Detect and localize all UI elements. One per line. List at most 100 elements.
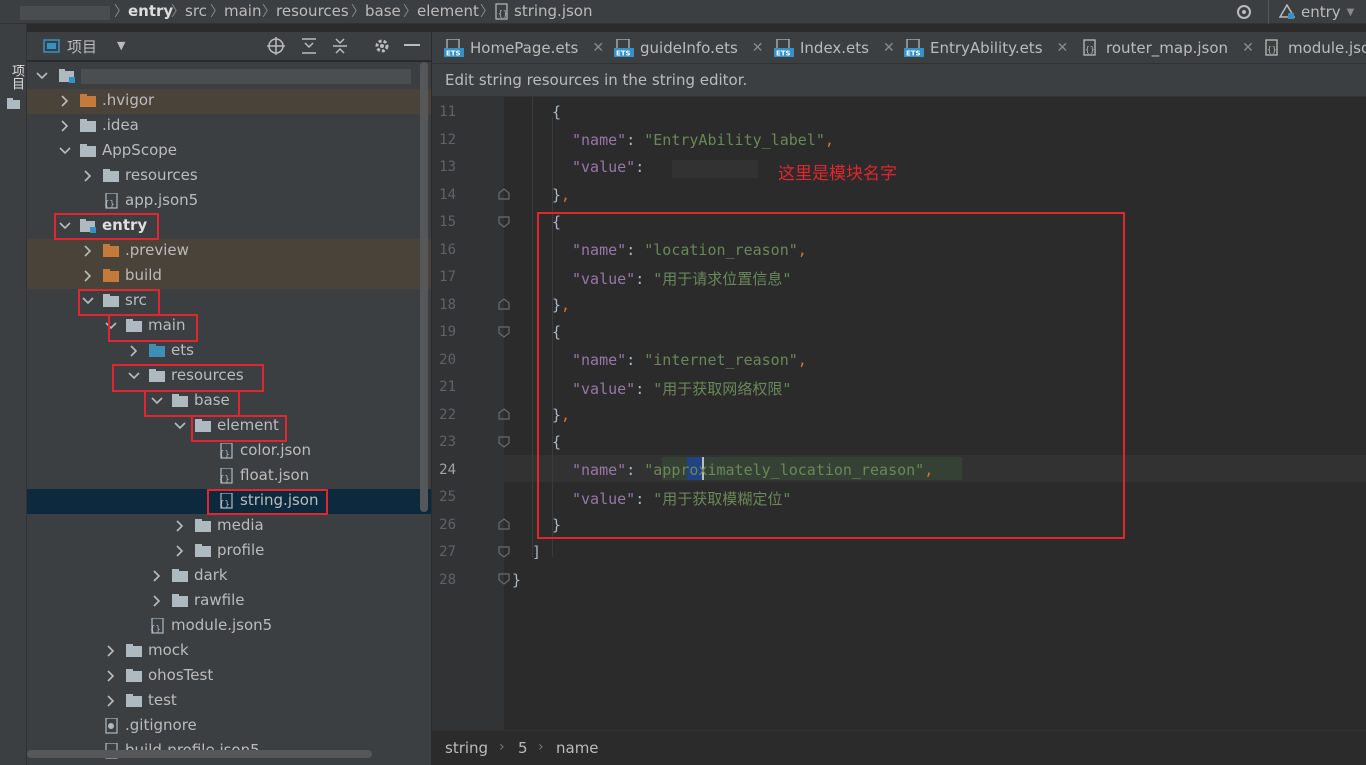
fold-marker-icon[interactable] (498, 298, 510, 310)
tree-row[interactable]: resources (27, 164, 431, 189)
chevron-down-icon[interactable]: ▼ (117, 39, 125, 52)
tree-row[interactable]: {} color.json (27, 439, 431, 464)
minimize-icon[interactable] (404, 44, 420, 48)
breadcrumb-item-resources[interactable]: resources (276, 2, 349, 20)
chevron-right-icon[interactable] (81, 269, 95, 283)
tree-vertical-scrollbar[interactable] (420, 62, 428, 512)
svg-text:ETS: ETS (616, 49, 631, 57)
tree-item-label: .hvigor (102, 91, 155, 109)
fold-marker-icon[interactable] (498, 216, 510, 228)
tree-row[interactable]: {} float.json (27, 464, 431, 489)
close-icon[interactable]: ✕ (752, 40, 764, 56)
tree-row[interactable]: rawfile (27, 589, 431, 614)
chevron-right-icon[interactable] (173, 519, 187, 533)
tab-homepage-ets[interactable]: ETS HomePage.ets ✕ (444, 32, 604, 63)
chevron-right-icon[interactable] (150, 594, 164, 608)
chevron-right-icon[interactable] (104, 644, 118, 658)
banner-text: Edit string resources in the string edit… (445, 71, 748, 89)
tree-row[interactable]: ohosTest (27, 664, 431, 689)
status-crumb-name[interactable]: name (556, 739, 599, 757)
close-icon[interactable]: ✕ (883, 40, 895, 56)
breadcrumb-item-base[interactable]: base (365, 2, 401, 20)
breadcrumb-item-main[interactable]: main (224, 2, 261, 20)
chevron-right-icon[interactable] (58, 94, 72, 108)
breadcrumb-separator: › (499, 739, 505, 755)
chevron-right-icon[interactable] (173, 544, 187, 558)
svg-text:{}: {} (1267, 45, 1277, 54)
status-crumb-string[interactable]: string (445, 739, 488, 757)
tab-index-ets[interactable]: ETS Index.ets ✕ (774, 32, 895, 63)
chevron-down-icon[interactable] (173, 419, 187, 433)
tree-row[interactable]: .gitignore (27, 714, 431, 739)
breadcrumb-item-entry[interactable]: entry (128, 2, 173, 20)
target-icon[interactable] (1234, 2, 1254, 22)
close-icon[interactable]: ✕ (592, 40, 604, 56)
locate-icon[interactable] (267, 37, 285, 55)
project-panel-title[interactable]: 项目 (67, 36, 97, 57)
fold-marker-icon[interactable] (498, 436, 510, 448)
status-crumb-index[interactable]: 5 (518, 739, 528, 757)
tree-row[interactable]: mock (27, 639, 431, 664)
tree-row[interactable]: test (27, 689, 431, 714)
tree-row[interactable]: dark (27, 564, 431, 589)
chevron-down-icon[interactable] (58, 144, 72, 158)
tree-item-label: dark (194, 566, 228, 584)
tree-row[interactable]: {} module.json5 (27, 614, 431, 639)
tab-module-json[interactable]: {} module.jso (1262, 32, 1366, 63)
tree-row-root[interactable] (27, 64, 431, 89)
tree-row[interactable]: {} app.json5 (27, 189, 431, 214)
chevron-down-icon[interactable] (35, 69, 49, 83)
tree-row[interactable]: .preview (27, 239, 431, 264)
breadcrumb-item-string-json[interactable]: string.json (514, 2, 593, 20)
tree-item-label: media (217, 516, 264, 534)
tab-entryability-ets[interactable]: ETS EntryAbility.ets ✕ (904, 32, 1068, 63)
chevron-right-icon[interactable] (127, 344, 141, 358)
fold-marker-icon[interactable] (498, 546, 510, 558)
tree-item-label: resources (125, 166, 198, 184)
collapse-all-icon[interactable] (332, 37, 348, 55)
fold-marker-icon[interactable] (498, 188, 510, 200)
chevron-right-icon[interactable] (81, 244, 95, 258)
run-config-selector[interactable]: entry ▼ (1268, 0, 1366, 24)
json-icon: {} (1265, 38, 1278, 56)
tree-row[interactable]: media (27, 514, 431, 539)
tree-row[interactable]: build (27, 264, 431, 289)
tree-row[interactable]: ets (27, 339, 431, 364)
line-number: 11 (439, 104, 456, 120)
close-icon[interactable]: ✕ (1057, 40, 1069, 56)
fold-marker-icon[interactable] (498, 326, 510, 338)
gear-icon[interactable] (373, 37, 391, 55)
chevron-right-icon[interactable] (58, 119, 72, 133)
chevron-right-icon[interactable] (150, 569, 164, 583)
fold-marker-icon[interactable] (498, 518, 510, 530)
code-line-28: } (512, 571, 522, 589)
chevron-right-icon[interactable] (81, 169, 95, 183)
tree-row[interactable]: profile (27, 539, 431, 564)
module-folder-icon (59, 69, 75, 83)
tree-item-label: ohosTest (148, 666, 214, 684)
breadcrumb-item-src[interactable]: src (185, 2, 207, 20)
folder-icon (126, 644, 142, 657)
expand-all-icon[interactable] (301, 37, 317, 55)
tree-row[interactable]: .idea (27, 114, 431, 139)
tree-item-label: color.json (240, 441, 311, 459)
tree-row[interactable]: main (27, 314, 431, 339)
tree-row[interactable]: .hvigor (27, 89, 431, 114)
project-tool-button[interactable]: 项目 (7, 64, 26, 90)
close-icon[interactable]: ✕ (1242, 40, 1254, 56)
tree-horizontal-scrollbar[interactable] (27, 750, 372, 758)
fold-marker-icon[interactable] (498, 408, 510, 420)
tree-item-label: .gitignore (125, 716, 197, 734)
breadcrumb-item-element[interactable]: element (417, 2, 479, 20)
tree-row[interactable]: AppScope (27, 139, 431, 164)
fold-marker-icon[interactable] (498, 573, 510, 585)
tab-guideinfo-ets[interactable]: ETS guideInfo.ets ✕ (614, 32, 764, 63)
chevron-right-icon[interactable] (104, 694, 118, 708)
tab-router-map-json[interactable]: {} router_map.json ✕ (1080, 32, 1254, 63)
svg-text:{}: {} (219, 475, 230, 484)
chevron-right-icon[interactable] (104, 669, 118, 683)
string-editor-banner[interactable]: Edit string resources in the string edit… (432, 64, 1366, 97)
breadcrumb-separator: 〉 (262, 4, 276, 20)
redacted-value (672, 160, 758, 178)
breadcrumb-separator: › (538, 739, 544, 755)
